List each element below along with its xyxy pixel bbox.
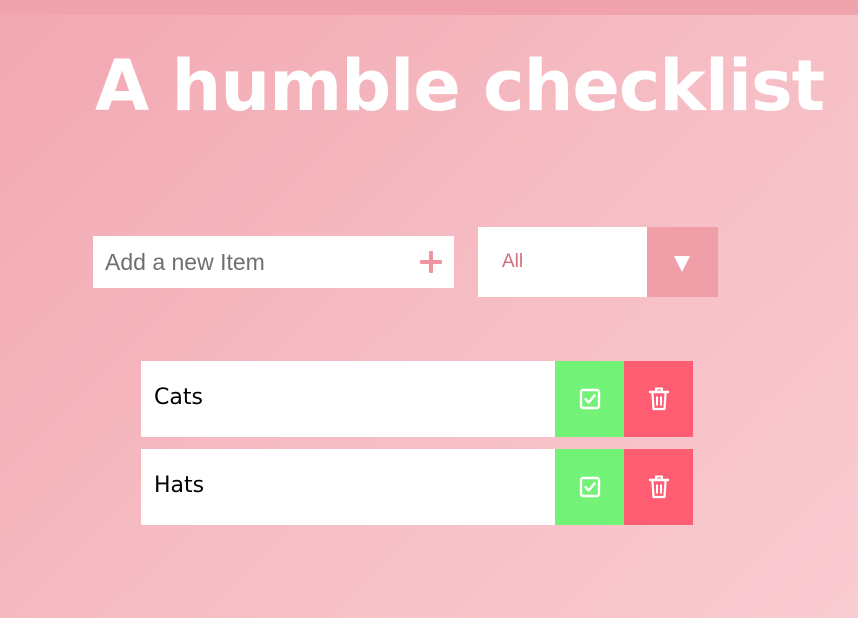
- caret-down-icon: [674, 256, 690, 272]
- filter-selected-value: All: [502, 251, 524, 272]
- check-square-icon: [579, 476, 601, 498]
- todo-item: Hats: [141, 449, 693, 525]
- complete-button[interactable]: [555, 361, 624, 437]
- top-strip: [0, 0, 858, 15]
- delete-button[interactable]: [624, 449, 693, 525]
- filter-dropdown-button[interactable]: [647, 227, 718, 297]
- todo-item-text: Cats: [154, 385, 203, 410]
- todo-list: Cats Hats: [141, 361, 693, 537]
- trash-icon: [648, 387, 670, 411]
- add-item-form: [93, 236, 454, 288]
- filter-select[interactable]: All: [478, 227, 718, 297]
- new-item-input[interactable]: [93, 236, 403, 288]
- plus-icon: [420, 251, 442, 273]
- add-item-button[interactable]: [416, 242, 446, 282]
- trash-icon: [648, 475, 670, 499]
- todo-item: Cats: [141, 361, 693, 437]
- check-square-icon: [579, 388, 601, 410]
- delete-button[interactable]: [624, 361, 693, 437]
- todo-item-text: Hats: [154, 473, 205, 498]
- page-title: A humble checklist: [95, 45, 825, 127]
- complete-button[interactable]: [555, 449, 624, 525]
